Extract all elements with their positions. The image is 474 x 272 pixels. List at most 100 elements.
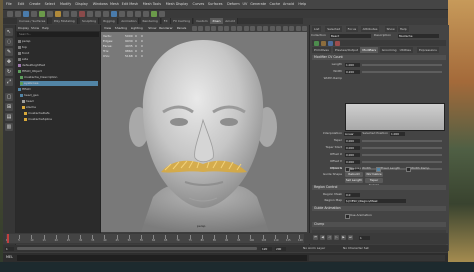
status-line-button-icon[interactable]	[87, 11, 93, 17]
xgen-tab-primitives[interactable]: Primitives	[312, 47, 331, 53]
normalize-button[interactable]: Normalize	[365, 172, 383, 177]
persp-outliner-icon[interactable]: ▤	[5, 113, 13, 121]
current-frame-field[interactable]: 1	[359, 236, 370, 240]
four-view-icon[interactable]: ⊞	[5, 103, 13, 111]
status-line-button-icon[interactable]	[127, 11, 133, 17]
shelf-tab-curves-surfaces[interactable]: Curves / Surfaces	[17, 18, 49, 24]
outliner-row[interactable]: head	[22, 99, 34, 104]
viewport-tool-icon[interactable]	[198, 26, 204, 31]
paint-select-icon[interactable]: ✎	[5, 48, 13, 56]
ae-field-input[interactable]: 0.000	[345, 145, 360, 150]
viewport-tool-icon[interactable]	[295, 26, 301, 31]
menu-edit-mesh[interactable]: Edit Mesh	[121, 1, 140, 8]
status-line-button-icon[interactable]	[15, 11, 21, 17]
outliner-menu-show[interactable]: Show	[31, 26, 39, 30]
shelf-tab-poly-modeling[interactable]: Poly Modeling	[51, 18, 78, 24]
viewport-tool-icon[interactable]	[237, 26, 243, 31]
ae-field-input[interactable]: 0.200	[345, 69, 360, 74]
outliner-row[interactable]: HEAD	[18, 87, 31, 92]
outliner-row[interactable]: HEAD_Object	[18, 69, 42, 74]
xgen-tab-preview-output[interactable]: Preview/Output	[333, 47, 361, 53]
outliner-row[interactable]: front	[18, 51, 29, 56]
step-back-icon[interactable]: ◀	[320, 235, 325, 240]
outliner-row[interactable]: stache	[22, 105, 36, 110]
ae-field-slider[interactable]	[362, 154, 442, 156]
status-line-button-icon[interactable]	[135, 11, 141, 17]
viewport-menu-renderer[interactable]: Renderer	[158, 25, 174, 32]
shelf-tab-fx[interactable]: FX	[161, 18, 171, 24]
menu-deform[interactable]: Deform	[226, 1, 241, 8]
ae-menu-focus[interactable]: Focus	[345, 26, 359, 32]
select-tool-icon[interactable]: ↖	[5, 28, 13, 36]
menu-help[interactable]: Help	[297, 1, 307, 8]
outliner-menu-help[interactable]: Help	[42, 26, 49, 30]
width-ramp-graph[interactable]	[345, 103, 445, 131]
rebuild-button[interactable]: Rebuild	[345, 172, 363, 177]
menu-surfaces[interactable]: Surfaces	[207, 1, 224, 8]
status-line-button-icon[interactable]	[119, 11, 125, 17]
xgen-brush-icon[interactable]	[321, 40, 326, 46]
command-input[interactable]	[17, 254, 307, 261]
menu-uv[interactable]: UV	[242, 1, 249, 8]
viewport-tool-icon[interactable]	[191, 26, 197, 31]
xgen-tab-utilities[interactable]: Utilities	[397, 47, 413, 53]
status-line-button-icon[interactable]	[63, 11, 69, 17]
range-end-field[interactable]: 120	[261, 246, 272, 251]
ae-field-slider[interactable]	[362, 64, 442, 66]
status-line-button-icon[interactable]	[47, 11, 53, 17]
section-region-control[interactable]: Region Control	[312, 185, 446, 190]
menu-create[interactable]: Create	[28, 1, 41, 8]
status-line-button-icon[interactable]	[55, 11, 61, 17]
xgen-tab-modifiers[interactable]: Modifiers	[360, 47, 379, 53]
status-line-button-icon[interactable]	[71, 11, 77, 17]
go-start-icon[interactable]: ⏮	[313, 235, 318, 240]
viewport-tool-icon[interactable]	[263, 26, 269, 31]
status-line-button-icon[interactable]	[143, 11, 149, 17]
collection-dropdown[interactable]: Beard	[330, 33, 371, 38]
section-modifier-cv[interactable]: Modifier CV Count	[312, 55, 446, 60]
menu-modify[interactable]: Modify	[59, 1, 72, 8]
shelf-tab-rigging[interactable]: Rigging	[101, 18, 118, 24]
status-line-button-icon[interactable]	[23, 11, 29, 17]
interp-dropdown[interactable]: Linear	[344, 131, 361, 136]
mel-label[interactable]: MEL	[6, 255, 13, 259]
current-time-marker[interactable]	[7, 234, 9, 243]
region-map-field[interactable]: ${DESC}/Region/Mask	[345, 198, 406, 203]
menu-mesh-tools[interactable]: Mesh Tools	[142, 1, 162, 8]
shelf-tab-rendering[interactable]: Rendering	[140, 18, 161, 24]
outliner-row[interactable]: head_geo	[20, 93, 39, 98]
lasso-tool-icon[interactable]: ◌	[5, 38, 13, 46]
ae-field-input[interactable]: 0.000	[345, 138, 360, 143]
ae-field-slider[interactable]	[362, 147, 442, 149]
move-tool-icon[interactable]: ✥	[5, 58, 13, 66]
ae-field-input[interactable]: 0.000	[345, 159, 360, 164]
play-back-icon[interactable]: ◁	[327, 235, 332, 240]
menu-arnold[interactable]: Arnold	[282, 1, 295, 8]
viewport-menu-view[interactable]: View	[103, 25, 112, 32]
viewport-menu-shading[interactable]: Shading	[114, 25, 128, 32]
character-set-dropdown[interactable]: No Character Set	[343, 246, 369, 251]
ae-field-slider[interactable]	[362, 140, 442, 142]
menu-generate[interactable]: Generate	[249, 1, 267, 8]
status-line-button-icon[interactable]	[103, 11, 109, 17]
menu-windows[interactable]: Windows	[92, 1, 109, 8]
go-end-icon[interactable]: ⏭	[348, 235, 353, 240]
menu-display[interactable]: Display	[74, 1, 89, 8]
menu-curves[interactable]: Curves	[192, 1, 206, 8]
viewport-tool-icon[interactable]	[243, 26, 249, 31]
ae-field-slider[interactable]	[362, 161, 442, 163]
xgen-delete-icon[interactable]	[335, 40, 340, 46]
xgen-tab-grooming[interactable]: Grooming	[379, 47, 399, 53]
outliner-row[interactable]: defaultLightSet	[18, 63, 45, 68]
play-forward-icon[interactable]: ▷	[334, 235, 339, 240]
description-dropdown[interactable]: Mustache	[398, 33, 439, 38]
viewport-tool-icon[interactable]	[211, 26, 217, 31]
xgen-tab-expressions[interactable]: Expressions	[417, 47, 439, 53]
shelf-tab-sculpting[interactable]: Sculpting	[80, 18, 100, 24]
ae-field-slider[interactable]	[362, 168, 442, 170]
outliner-row[interactable]: mustacheSpline	[24, 117, 52, 122]
outliner-row[interactable]: top	[18, 45, 27, 50]
viewport-tool-icon[interactable]	[282, 26, 288, 31]
status-line-button-icon[interactable]	[151, 11, 157, 17]
viewport-tool-icon[interactable]	[204, 26, 210, 31]
